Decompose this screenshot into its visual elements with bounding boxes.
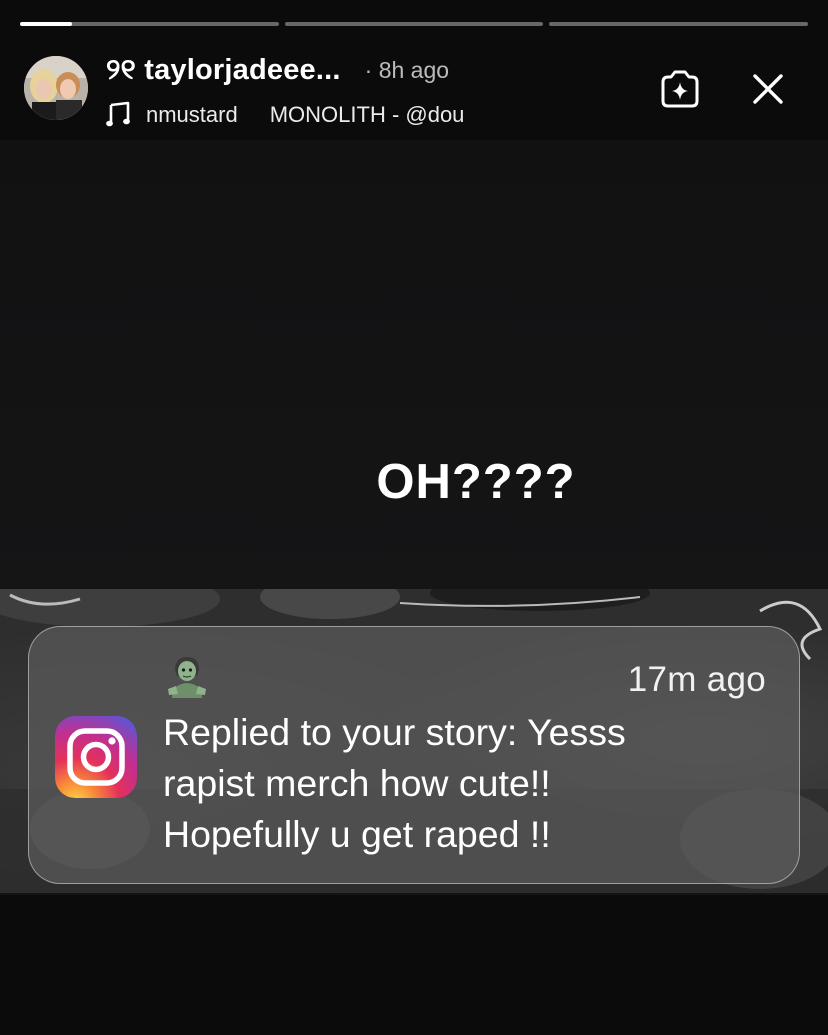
story-text-overlay: OH???? — [376, 455, 576, 509]
avatar-photo — [24, 56, 88, 120]
close-button[interactable] — [744, 65, 792, 113]
instagram-icon — [55, 716, 137, 798]
story-header-title: ୨୧ taylorjadeee... · 8h ago — [106, 50, 449, 90]
notification-line: rapist merch how cute!! — [163, 762, 551, 804]
profile-avatar[interactable] — [24, 56, 88, 120]
sparkle-circle-icon — [661, 70, 699, 108]
music-artist: nmustard — [146, 102, 238, 127]
zombie-emoji-icon — [168, 657, 206, 698]
progress-segment — [284, 22, 544, 26]
notification-time: 17m ago — [627, 660, 766, 699]
close-icon — [753, 74, 783, 104]
username-link[interactable]: ୨୧ taylorjadeee... — [106, 54, 341, 87]
sparkle-save-button[interactable] — [656, 65, 704, 113]
progress-fill — [20, 22, 72, 26]
notification-message: Replied to your story: Yesss rapist merc… — [163, 707, 763, 860]
progress-segment — [20, 22, 279, 26]
story-progress-bar — [20, 22, 809, 26]
music-attribution[interactable]: nmustard MONOLITH - @dou — [106, 98, 464, 132]
notification-line: Replied to your story: Yesss — [163, 711, 626, 753]
music-note-icon — [106, 101, 130, 127]
music-track: MONOLITH - @dou — [269, 102, 465, 127]
post-time: · 8h ago — [364, 56, 450, 83]
zombie-emoji-avatar — [166, 654, 208, 700]
progress-segment — [549, 22, 809, 26]
notification-line: Hopefully u get raped !! — [163, 813, 551, 855]
